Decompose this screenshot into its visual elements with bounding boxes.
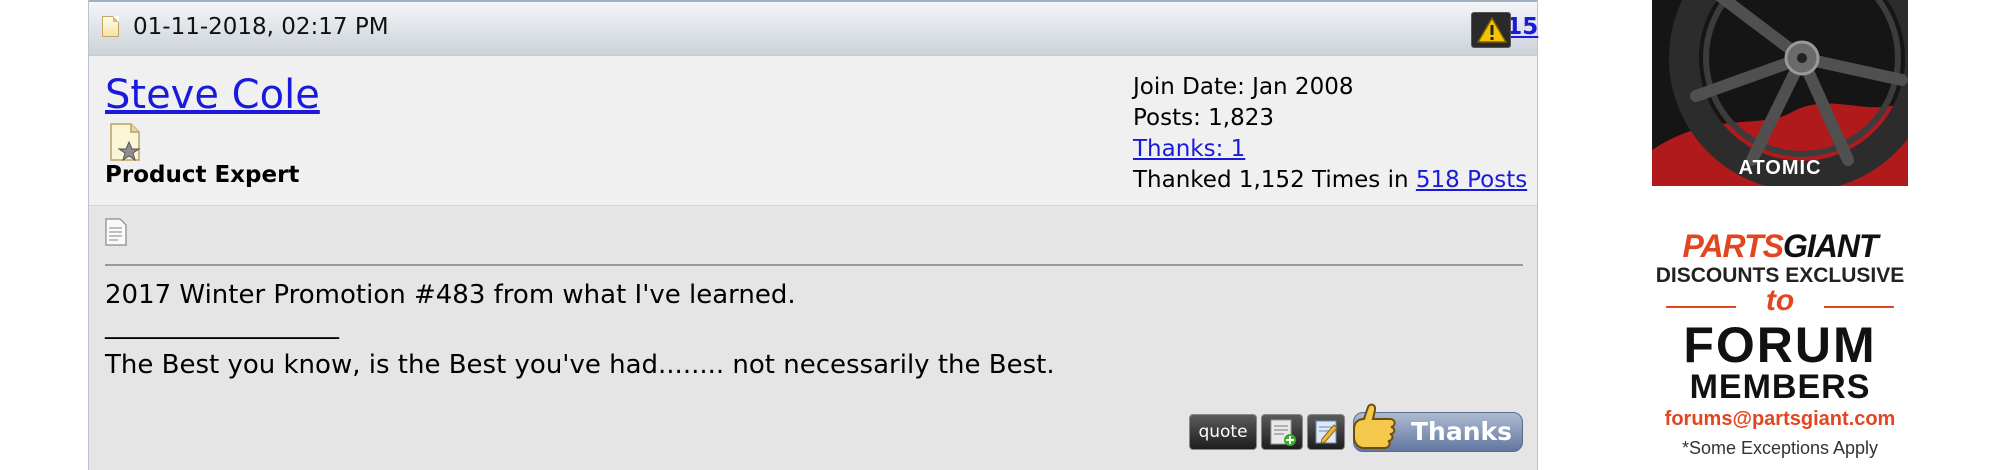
forum-post: 01-11-2018, 02:17 PM #15 Steve Cole Prod… <box>88 0 1538 470</box>
join-date: Join Date: Jan 2008 <box>1133 74 1354 100</box>
username-link[interactable]: Steve Cole <box>105 72 320 118</box>
thanks-link[interactable]: Thanks: 1 <box>1133 136 1245 162</box>
user-rank-icon <box>110 123 141 162</box>
ad-line-to: to <box>1652 284 1908 318</box>
edit-icon <box>1315 420 1338 444</box>
post-number-link[interactable]: 15 <box>1506 14 1538 40</box>
wheel-ad-label: ATOMIC <box>1738 157 1822 179</box>
partsgiant-logo: PARTSGIANT <box>1652 228 1908 265</box>
ad-email: forums@partsgiant.com <box>1664 408 1896 430</box>
multiquote-icon <box>1270 419 1296 446</box>
post-date: 01-11-2018, 02:17 PM <box>133 14 389 40</box>
quote-button[interactable]: quote <box>1189 414 1257 450</box>
thanked-posts-link[interactable]: 518 Posts <box>1416 167 1527 193</box>
thanks-label: Thanks <box>1410 417 1512 446</box>
multiquote-button[interactable] <box>1261 414 1303 450</box>
report-post-button[interactable] <box>1471 12 1511 48</box>
thanked-line: Thanked 1,152 Times in 518 Posts <box>1133 165 1527 196</box>
post-message: 2017 Winter Promotion #483 from what I'v… <box>105 280 796 310</box>
post-body: 2017 Winter Promotion #483 from what I'v… <box>89 206 1537 470</box>
partsgiant-ad[interactable]: PARTSGIANT DISCOUNTS EXCLUSIVE to FORUM … <box>1652 222 1908 470</box>
ad-line-members: MEMBERS <box>1689 368 1871 406</box>
post-actions: quote Thanks <box>1183 403 1523 452</box>
signature-rule: __________________ <box>105 310 339 340</box>
wheel-ad[interactable]: ATOMIC <box>1652 0 1908 186</box>
ad-note: *Some Exceptions Apply <box>1681 438 1879 458</box>
user-stats: Join Date: Jan 2008 Posts: 1,823 Thanks:… <box>1133 72 1527 196</box>
post-separator <box>105 264 1523 266</box>
thanks-button[interactable]: Thanks <box>1353 403 1523 452</box>
thumbs-up-icon <box>1353 403 1396 449</box>
warning-icon <box>1477 17 1507 43</box>
user-info: Steve Cole Product Expert Join Date: Jan… <box>89 56 1537 206</box>
user-title: Product Expert <box>105 162 300 188</box>
message-icon <box>105 218 127 246</box>
signature-text: The Best you know, is the Best you've ha… <box>105 350 1055 380</box>
post-doc-icon <box>102 16 119 37</box>
post-count: Posts: 1,823 <box>1133 105 1275 131</box>
post-header: 01-11-2018, 02:17 PM #15 <box>89 0 1538 56</box>
brand-part2: GIANT <box>1782 228 1879 264</box>
edit-button[interactable] <box>1307 414 1345 450</box>
thanked-text: Thanked 1,152 Times in <box>1133 167 1416 193</box>
ad-line-forum: FORUM <box>1683 317 1877 373</box>
brand-part1: PARTS <box>1682 228 1783 264</box>
